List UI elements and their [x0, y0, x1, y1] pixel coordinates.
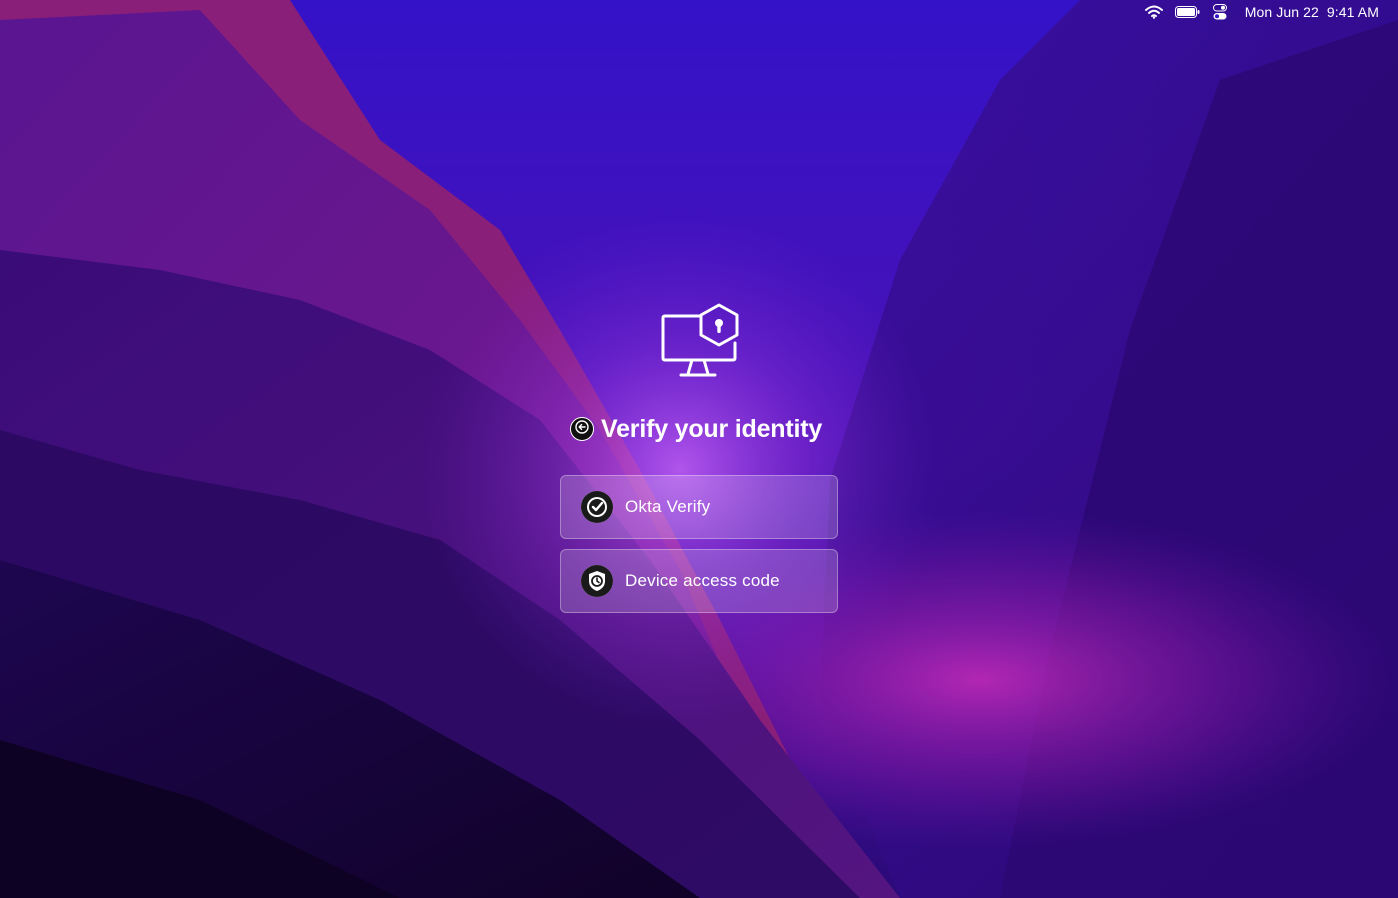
monitor-lock-icon [659, 303, 741, 379]
desktop-wallpaper [0, 0, 1398, 898]
shield-clock-icon [581, 565, 613, 597]
okta-verify-option[interactable]: Okta Verify [560, 475, 838, 539]
page-title: Verify your identity [601, 414, 823, 443]
menu-bar-date[interactable]: Mon Jun 22 [1245, 4, 1319, 20]
title-row: Verify your identity [570, 412, 822, 446]
battery-icon[interactable] [1175, 0, 1201, 24]
okta-verify-icon [581, 491, 613, 523]
device-access-code-label: Device access code [625, 571, 780, 590]
wifi-icon[interactable] [1143, 0, 1165, 24]
menu-bar-time[interactable]: 9:41 AM [1327, 4, 1379, 20]
desktop: Mon Jun 22 9:41 AM Verify your identity … [0, 0, 1398, 898]
control-center-icon[interactable] [1211, 0, 1229, 24]
menu-bar: Mon Jun 22 9:41 AM [1143, 0, 1398, 24]
okta-verify-label: Okta Verify [625, 497, 711, 516]
device-access-code-option[interactable]: Device access code [560, 549, 838, 613]
back-arrow-icon [575, 419, 589, 439]
back-button[interactable] [570, 417, 594, 441]
